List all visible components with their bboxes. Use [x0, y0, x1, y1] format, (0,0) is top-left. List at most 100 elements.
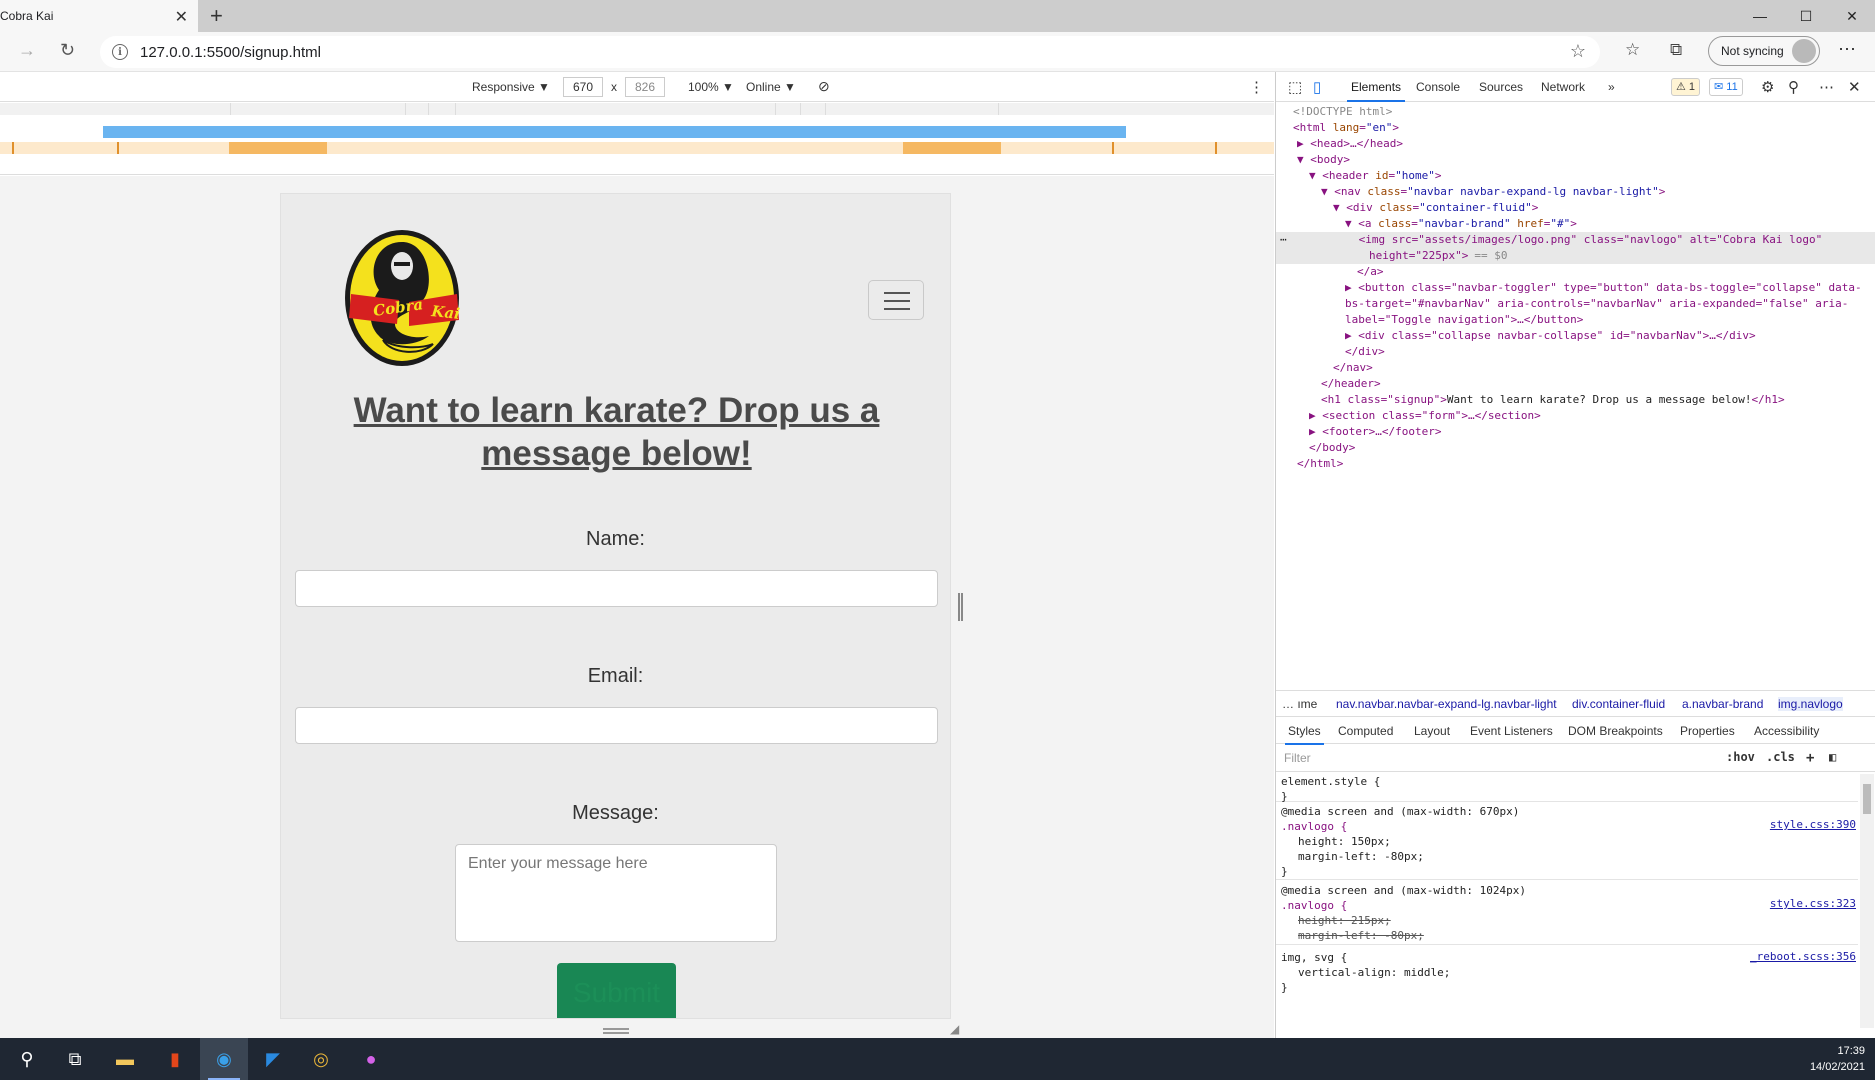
- profile-sync-button[interactable]: Not syncing: [1708, 36, 1820, 66]
- site-info-icon[interactable]: i: [112, 44, 128, 60]
- breadcrumb-item[interactable]: … ıme: [1282, 697, 1317, 711]
- vscode-icon[interactable]: ◤: [260, 1046, 286, 1072]
- feedback-icon[interactable]: ⚲: [1788, 78, 1799, 96]
- viewport-resize-handle[interactable]: [958, 593, 963, 621]
- favorite-star-icon[interactable]: ☆: [1570, 41, 1586, 62]
- dom-node[interactable]: ▶ <section class="form">…</section>: [1309, 408, 1541, 424]
- dom-node[interactable]: ▼ <body>: [1297, 152, 1350, 168]
- breadcrumb-item[interactable]: img.navlogo: [1778, 697, 1843, 711]
- max-width-media-bar[interactable]: [103, 126, 1126, 138]
- dom-node[interactable]: </html>: [1297, 456, 1343, 472]
- toggle-sidebar-icon[interactable]: ◧: [1829, 750, 1836, 764]
- device-toolbar-more-icon[interactable]: ⋮: [1249, 78, 1264, 96]
- forward-icon[interactable]: →: [18, 40, 36, 61]
- dom-node[interactable]: ▼ <nav class="navbar navbar-expand-lg na…: [1321, 184, 1665, 200]
- dom-node-selected[interactable]: height="225px"> == $0: [1276, 248, 1875, 264]
- edge-browser-icon[interactable]: ◉: [211, 1046, 237, 1072]
- messages-badge[interactable]: ✉ 11: [1709, 78, 1743, 96]
- dom-node[interactable]: ▶ <head>…</head>: [1297, 136, 1403, 152]
- url-field[interactable]: i 127.0.0.1:5500/signup.html ☆: [100, 36, 1600, 68]
- close-window-button[interactable]: ✕: [1829, 0, 1875, 32]
- refresh-icon[interactable]: ↻: [60, 40, 75, 61]
- tab-dom-breakpoints[interactable]: DOM Breakpoints: [1568, 724, 1663, 738]
- scrollbar-thumb[interactable]: [1863, 784, 1871, 814]
- source-link[interactable]: style.css:323: [1770, 897, 1856, 910]
- dom-node[interactable]: <!DOCTYPE html>: [1293, 104, 1392, 120]
- breadcrumb-item[interactable]: a.navbar-brand: [1682, 697, 1763, 711]
- tab-event-listeners[interactable]: Event Listeners: [1470, 724, 1553, 738]
- new-rule-icon[interactable]: +: [1806, 750, 1814, 766]
- submit-button[interactable]: Submit: [557, 963, 676, 1018]
- email-input[interactable]: [295, 707, 938, 744]
- dom-node[interactable]: </nav>: [1333, 360, 1373, 376]
- viewport-bottom-resize-handle[interactable]: [603, 1028, 629, 1034]
- devtools-more-icon[interactable]: ⋯: [1819, 78, 1834, 96]
- browser-menu-icon[interactable]: ⋯: [1838, 39, 1856, 60]
- message-textarea[interactable]: Enter your message here: [455, 844, 777, 942]
- rotate-icon[interactable]: ⊘: [818, 78, 830, 95]
- viewport-width-input[interactable]: 670: [563, 77, 603, 97]
- tab-console[interactable]: Console: [1416, 80, 1460, 94]
- css-rule[interactable]: style.css:323 @media screen and (max-wid…: [1276, 883, 1858, 945]
- warnings-badge[interactable]: ⚠ 1: [1671, 78, 1701, 96]
- css-rule[interactable]: _reboot.scss:356 img, svg { vertical-ali…: [1276, 950, 1858, 996]
- zoom-select[interactable]: 100% ▼: [688, 80, 734, 94]
- file-explorer-icon[interactable]: ▬: [112, 1046, 138, 1072]
- tab-properties[interactable]: Properties: [1680, 724, 1735, 738]
- hover-state-toggle[interactable]: :hov: [1726, 750, 1755, 764]
- close-devtools-icon[interactable]: ✕: [1848, 78, 1861, 96]
- viewport-height-input[interactable]: 826: [625, 77, 665, 97]
- media-query-row-blue[interactable]: [0, 126, 1274, 138]
- search-icon[interactable]: ⚲: [14, 1046, 40, 1072]
- css-rule[interactable]: element.style { }: [1276, 774, 1858, 803]
- media-query-row-orange[interactable]: [0, 142, 1274, 154]
- css-property[interactable]: height: 150px;: [1276, 834, 1858, 849]
- tab-accessibility[interactable]: Accessibility: [1754, 724, 1819, 738]
- more-tabs-icon[interactable]: »: [1608, 80, 1615, 94]
- minimize-button[interactable]: —: [1737, 0, 1783, 32]
- chrome-icon[interactable]: ◎: [308, 1046, 334, 1072]
- office-icon[interactable]: ▮: [162, 1046, 188, 1072]
- device-toolbar-toggle-icon[interactable]: ▯: [1313, 78, 1321, 96]
- maximize-button[interactable]: ☐: [1783, 0, 1829, 32]
- settings-gear-icon[interactable]: ⚙: [1761, 78, 1774, 96]
- dom-node[interactable]: </body>: [1309, 440, 1355, 456]
- source-link[interactable]: _reboot.scss:356: [1750, 950, 1856, 963]
- tab-network[interactable]: Network: [1541, 80, 1585, 94]
- network-throttle-select[interactable]: Online ▼: [746, 80, 796, 94]
- viewport-corner-resize-icon[interactable]: ◢: [950, 1022, 959, 1036]
- styles-scrollbar[interactable]: [1860, 774, 1874, 1028]
- cobra-kai-logo[interactable]: Cobra Kai: [343, 228, 461, 368]
- system-clock[interactable]: 17:39 14/02/2021: [1810, 1043, 1865, 1075]
- dom-node[interactable]: ▼ <div class="container-fluid">: [1333, 200, 1538, 216]
- css-property[interactable]: vertical-align: middle;: [1276, 965, 1858, 980]
- dom-node[interactable]: ▶ <div class="collapse navbar-collapse" …: [1345, 328, 1756, 344]
- tab-elements[interactable]: Elements: [1346, 80, 1406, 102]
- dom-node[interactable]: ▼ <header id="home">: [1309, 168, 1441, 184]
- close-tab-icon[interactable]: ✕: [175, 7, 188, 27]
- dom-node[interactable]: </div>: [1345, 344, 1385, 360]
- breadcrumb-item[interactable]: nav.navbar.navbar-expand-lg.navbar-light: [1336, 697, 1557, 711]
- dom-node[interactable]: </header>: [1321, 376, 1381, 392]
- collections-icon[interactable]: ⧉: [1670, 40, 1682, 60]
- new-tab-button[interactable]: +: [210, 3, 223, 29]
- dom-node[interactable]: <html lang="en">: [1293, 120, 1399, 136]
- styles-filter-input[interactable]: Filter: [1282, 748, 1722, 768]
- dom-node[interactable]: <h1 class="signup">Want to learn karate?…: [1321, 392, 1785, 408]
- paint-app-icon[interactable]: ●: [358, 1046, 384, 1072]
- dom-node[interactable]: ▶ <footer>…</footer>: [1309, 424, 1441, 440]
- browser-tab[interactable]: Cobra Kai ✕: [0, 0, 198, 32]
- breadcrumb-item[interactable]: div.container-fluid: [1572, 697, 1665, 711]
- source-link[interactable]: style.css:390: [1770, 818, 1856, 831]
- min-width-media-bar[interactable]: [903, 142, 1001, 154]
- task-view-icon[interactable]: ⧉: [62, 1046, 88, 1072]
- dom-node[interactable]: ▼ <a class="navbar-brand" href="#">: [1345, 216, 1577, 232]
- dom-node-selected[interactable]: ⋯ <img src="assets/images/logo.png" class…: [1276, 232, 1875, 248]
- inspect-element-icon[interactable]: ⬚: [1288, 78, 1302, 96]
- tab-computed[interactable]: Computed: [1338, 724, 1393, 738]
- class-toggle[interactable]: .cls: [1766, 750, 1795, 764]
- css-property-overridden[interactable]: margin-left: -80px;: [1276, 928, 1858, 943]
- favorites-icon[interactable]: ☆: [1625, 40, 1640, 60]
- tab-sources[interactable]: Sources: [1479, 80, 1523, 94]
- navbar-toggler-button[interactable]: [868, 280, 924, 320]
